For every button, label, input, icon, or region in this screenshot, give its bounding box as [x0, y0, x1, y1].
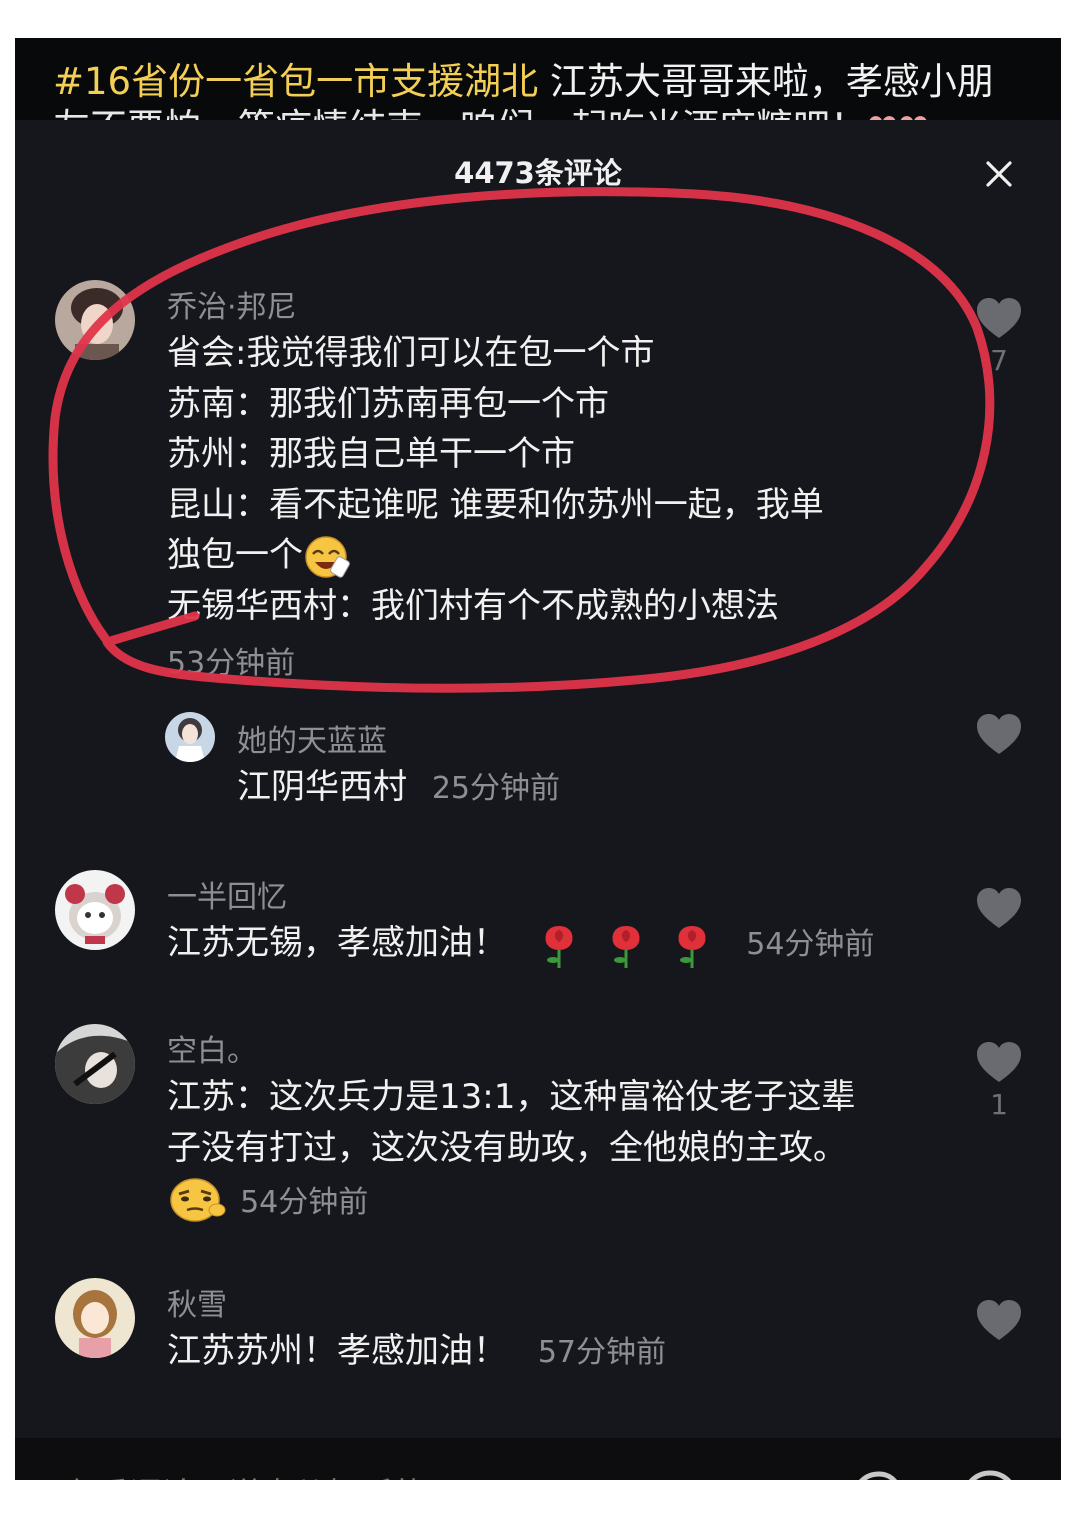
avatar[interactable]	[55, 1024, 135, 1104]
like-button[interactable]	[975, 1298, 1023, 1342]
like-button[interactable]: 1	[975, 1040, 1023, 1121]
comment-line: 子没有打过，这次没有助攻，全他娘的主攻。	[167, 1127, 847, 1168]
like-button[interactable]: 7	[975, 296, 1023, 377]
username[interactable]: 一半回忆	[167, 872, 287, 916]
caption-text: 江苏大哥哥来啦，孝感小朋	[538, 60, 994, 103]
comment-line: 苏南：那我们苏南再包一个市	[167, 383, 609, 424]
comment-text: 江苏：这次兵力是13:1，这种富裕仗老子这辈 子没有打过，这次没有助攻，全他娘的…	[167, 1072, 855, 1173]
emoji-picker-icon[interactable]	[959, 1468, 1021, 1480]
username[interactable]: 乔治·邦尼	[167, 282, 297, 326]
comment-input-bar	[15, 1438, 1061, 1480]
comment-line-text: 独包一个	[167, 535, 303, 576]
comment-line: 苏州：那我自己单干一个市	[167, 434, 575, 475]
like-button[interactable]	[975, 886, 1023, 930]
comment-text: 江苏苏州！孝感加油！ 57分钟前	[167, 1326, 666, 1379]
like-count: 1	[990, 1088, 1008, 1121]
heart-emoji-icon: ❤❤	[867, 106, 929, 120]
comment-line: 江阴华西村	[237, 767, 407, 807]
comment-line: 江苏苏州！孝感加油！	[167, 1331, 507, 1371]
avatar[interactable]	[165, 712, 215, 762]
comment-line: 昆山：看不起谁呢 谁要和你苏州一起，我单	[167, 484, 824, 525]
comment-time: 57分钟前	[537, 1335, 666, 1370]
caption-second-line: 友不要怕，等疫情结束，咱们一起吃米酒麻糖吧！❤❤	[53, 100, 1053, 120]
comment-line: 省会:我觉得我们可以在包一个市	[167, 333, 655, 373]
comment-line: 江苏：这次兵力是13:1，这种富裕仗老子这辈	[167, 1077, 856, 1117]
close-icon[interactable]	[977, 152, 1021, 196]
avatar[interactable]	[55, 280, 135, 360]
comment-line: 江苏无锡，孝感加油！	[167, 923, 507, 963]
at-mention-icon[interactable]	[849, 1468, 909, 1480]
heart-icon	[977, 1300, 1021, 1340]
comments-panel: 4473条评论 乔治·邦尼 省会:我觉得我们可以在包一个市 苏南：那我们苏南再包…	[15, 120, 1061, 1480]
smug-emoji-icon	[170, 1178, 226, 1222]
avatar[interactable]	[55, 1278, 135, 1358]
app-screen: #16省份一省包一市支援湖北 江苏大哥哥来啦，孝感小朋 友不要怕，等疫情结束，咱…	[15, 38, 1061, 1480]
comment-text: 江苏无锡，孝感加油！ 54分钟前	[167, 918, 874, 971]
comment-count-title: 4473条评论	[454, 156, 622, 190]
heart-icon	[977, 714, 1021, 754]
username[interactable]: 秋雪	[167, 1280, 227, 1324]
video-caption-bar: #16省份一省包一市支援湖北 江苏大哥哥来啦，孝感小朋 友不要怕，等疫情结束，咱…	[15, 38, 1061, 120]
rose-icon	[612, 925, 640, 968]
heart-icon	[977, 1042, 1021, 1082]
comment-text: 省会:我觉得我们可以在包一个市 苏南：那我们苏南再包一个市 苏州：那我自己单干一…	[167, 328, 824, 632]
caption-cut-text: 友不要怕，等疫情结束，咱们一起吃米酒麻糖吧！	[53, 106, 867, 120]
username[interactable]: 她的天蓝蓝	[237, 716, 387, 760]
comment-line: 独包一个	[167, 530, 824, 581]
comment-time: 54分钟前	[746, 927, 875, 962]
comment-footer: 54分钟前	[167, 1174, 368, 1224]
hashtag-link[interactable]: #16省份一省包一市支援湖北	[53, 60, 538, 103]
comment-text: 江阴华西村 25分钟前	[237, 762, 560, 815]
like-button[interactable]	[975, 712, 1023, 756]
comment-line: 无锡华西村：我们村有个不成熟的小想法	[167, 585, 779, 626]
rose-icon	[678, 925, 706, 968]
laughing-emoji-icon	[305, 536, 350, 578]
heart-icon	[977, 888, 1021, 928]
heart-icon	[977, 298, 1021, 338]
like-count: 7	[990, 344, 1008, 377]
username[interactable]: 空白。	[167, 1026, 257, 1070]
comment-time: 53分钟前	[167, 646, 296, 681]
comment-input[interactable]	[61, 1474, 845, 1480]
comment-time: 25分钟前	[431, 771, 560, 806]
comment-time: 54分钟前	[240, 1185, 369, 1220]
rose-icon	[545, 925, 573, 968]
avatar[interactable]	[55, 870, 135, 950]
